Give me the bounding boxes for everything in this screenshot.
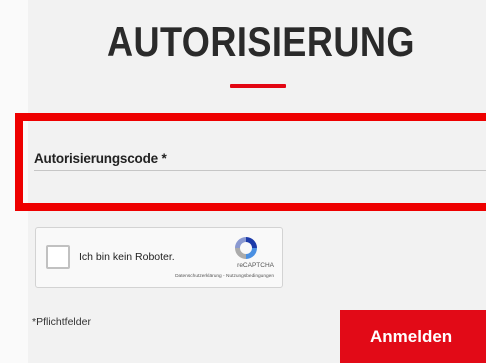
recaptcha-widget: Ich bin kein Roboter. reCAPTCHA Datensch… — [35, 227, 283, 288]
captcha-checkbox[interactable] — [46, 245, 70, 269]
captcha-links[interactable]: Datenschutzerklärung - Nutzungsbedingung… — [175, 274, 274, 279]
title-underline — [230, 84, 286, 88]
login-button[interactable]: Anmelden — [340, 310, 486, 363]
page-title: AUTORISIERUNG — [106, 18, 415, 65]
captcha-brand: reCAPTCHA — [237, 262, 274, 269]
required-fields-note: *Pflichtfelder — [32, 316, 91, 328]
authorization-code-label: Autorisierungscode * — [34, 151, 167, 166]
captcha-label: Ich bin kein Roboter. — [79, 251, 175, 263]
recaptcha-logo-icon — [235, 237, 257, 259]
authorization-code-input[interactable] — [34, 170, 486, 171]
